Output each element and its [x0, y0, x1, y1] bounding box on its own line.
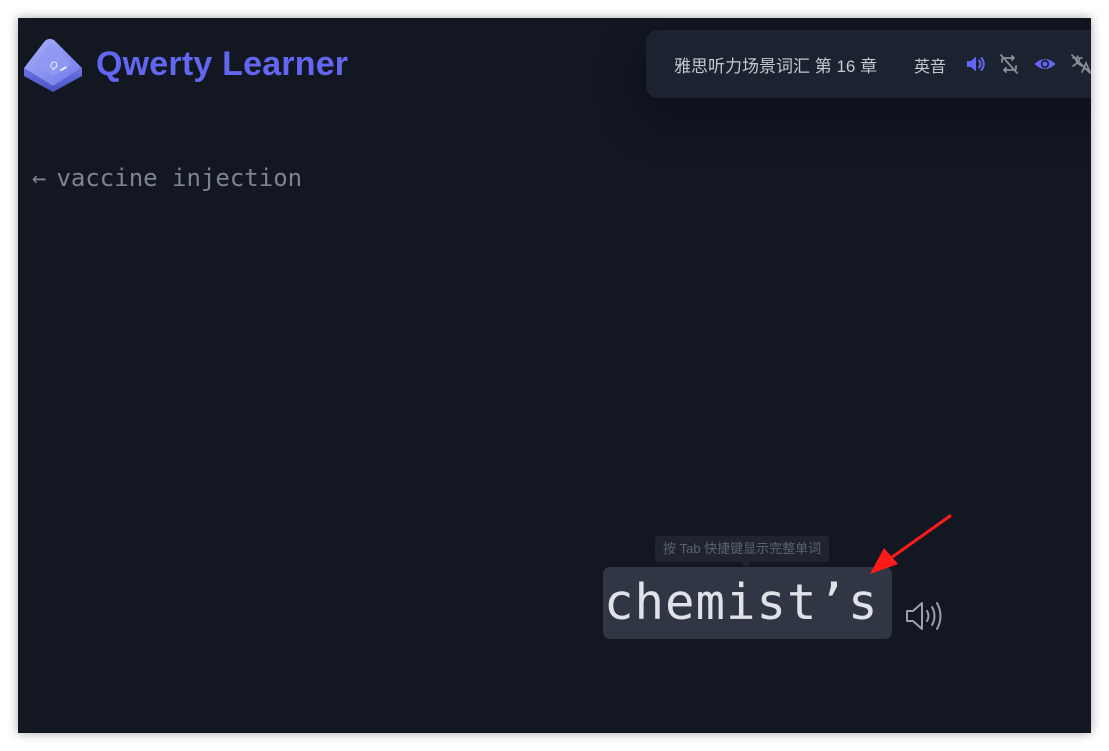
translation-off-icon[interactable] — [1069, 52, 1091, 76]
eye-icon[interactable] — [1033, 52, 1057, 76]
red-annotation-arrow-icon — [870, 514, 952, 574]
app-title[interactable]: Qwerty Learner — [96, 45, 348, 84]
current-word: chemist’s — [604, 574, 879, 631]
dictionary-chapter-selector[interactable]: 雅思听力场景词汇 第 16 章 — [674, 52, 877, 77]
accent-selector[interactable]: 英音 — [914, 53, 946, 77]
pronounce-speaker-icon[interactable] — [904, 598, 948, 634]
left-arrow-icon: ← — [32, 164, 47, 192]
previous-word-link[interactable]: ← vaccine injection — [32, 164, 302, 192]
app-window: Q Qwerty Learner 雅思听力场景词汇 第 16 章 英音 ← va… — [18, 18, 1091, 733]
previous-word-text: vaccine injection — [56, 164, 303, 192]
tab-hint-tooltip: 按 Tab 快捷键显示完整单词 — [655, 536, 830, 567]
toolbar: 雅思听力场景词汇 第 16 章 英音 — [646, 30, 1091, 98]
keycap-logo-icon: Q — [24, 38, 82, 92]
loop-off-icon[interactable] — [997, 52, 1021, 76]
speaker-icon[interactable] — [964, 52, 988, 76]
